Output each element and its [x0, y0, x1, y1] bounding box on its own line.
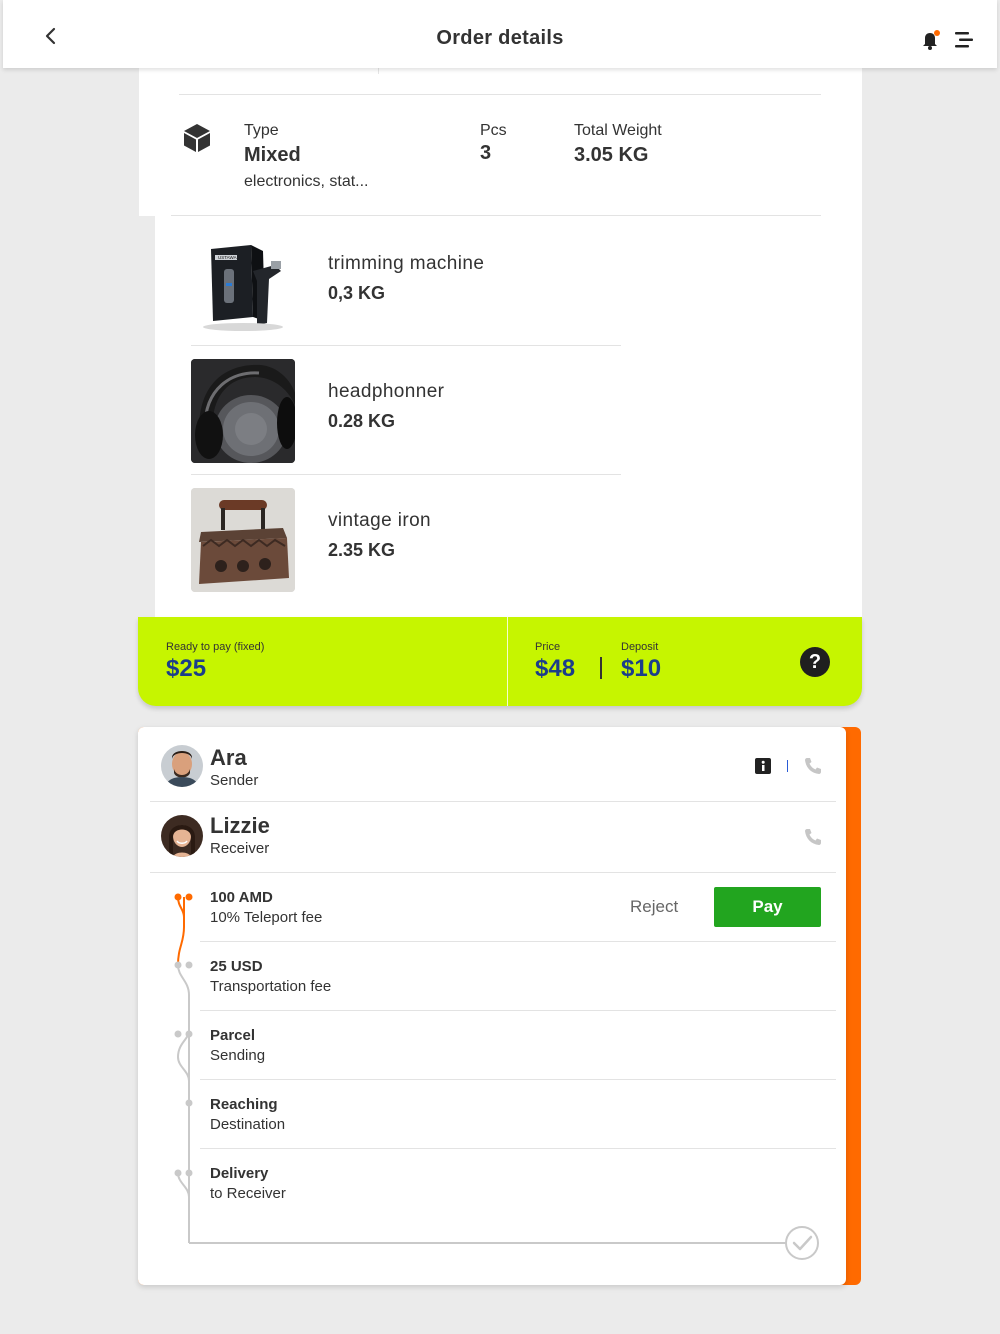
divider: [150, 872, 836, 873]
pcs-label: Pcs: [480, 122, 507, 139]
step-subtitle: 10% Teleport fee: [210, 909, 323, 926]
price-label: Price: [535, 641, 561, 653]
info-icon[interactable]: [755, 758, 771, 774]
avatar: [161, 745, 203, 787]
step-title: 25 USD: [210, 958, 263, 975]
divider: [200, 1148, 836, 1149]
bell-icon[interactable]: [919, 28, 941, 50]
divider: [507, 617, 508, 706]
reject-button[interactable]: Reject: [630, 897, 678, 917]
step-title: Delivery: [210, 1165, 269, 1182]
page-title: Order details: [436, 27, 564, 49]
divider: [171, 215, 821, 216]
divider: [179, 94, 821, 95]
list-item[interactable]: USTAWA trimming machine 0,3 KG: [191, 217, 621, 345]
payment-summary-bar: Ready to pay (fixed) $25 Price $48 Depos…: [138, 617, 862, 706]
divider: [150, 801, 836, 802]
timeline-graphic: [174, 893, 819, 1260]
step-subtitle: Sending: [210, 1047, 266, 1064]
divider: [787, 760, 788, 772]
divider: [200, 1079, 836, 1080]
type-value: Mixed: [244, 144, 301, 166]
item-weight: 0.28 KG: [328, 411, 396, 431]
divider: [200, 941, 836, 942]
receiver-name: Lizzie: [210, 813, 270, 838]
weight-value: 3.05 KG: [574, 144, 649, 166]
step-subtitle: Transportation fee: [210, 978, 332, 995]
step-title: 100 AMD: [210, 889, 273, 906]
order-summary-card: Type Mixed electronics, stat... Pcs 3 To…: [139, 60, 862, 620]
avatar: [161, 815, 203, 857]
delivery-card-body: Ara Sender Lizzie Receiver 100 AMD 10% T…: [138, 727, 846, 1285]
help-icon[interactable]: ?: [800, 647, 830, 677]
delivery-card: Ara Sender Lizzie Receiver 100 AMD 10% T…: [138, 727, 861, 1285]
type-description: electronics, stat...: [244, 173, 369, 190]
receiver-role: Receiver: [210, 840, 270, 857]
divider: [600, 657, 602, 679]
step-title: Parcel: [210, 1027, 256, 1044]
deposit-value: $10: [621, 655, 662, 682]
product-image: [191, 488, 295, 592]
ready-to-pay-value: $25: [166, 655, 207, 682]
divider: [200, 1010, 836, 1011]
list-item[interactable]: vintage iron 2.35 KG: [191, 474, 621, 602]
package-icon: [184, 124, 210, 152]
price-value: $48: [535, 655, 576, 682]
weight-label: Total Weight: [574, 122, 662, 139]
deposit-label: Deposit: [621, 641, 659, 653]
brand-logo: USTAWA: [218, 255, 237, 260]
ready-to-pay-label: Ready to pay (fixed): [166, 641, 265, 653]
pcs-value: 3: [480, 142, 492, 164]
step-subtitle: to Receiver: [210, 1185, 286, 1202]
pay-button[interactable]: Pay: [714, 887, 821, 927]
app-header: Order details: [3, 0, 997, 68]
item-name: headphonner: [328, 381, 445, 402]
step-title: Reaching: [210, 1096, 278, 1113]
product-image: USTAWA: [191, 231, 295, 335]
item-weight: 0,3 KG: [328, 283, 386, 303]
item-name: vintage iron: [328, 510, 432, 531]
type-label: Type: [244, 122, 279, 139]
card-edge: [139, 216, 155, 620]
list-item[interactable]: headphonner 0.28 KG: [191, 345, 621, 473]
item-name: trimming machine: [328, 253, 485, 274]
menu-icon[interactable]: [953, 30, 977, 50]
product-image: [191, 359, 295, 463]
step-subtitle: Destination: [210, 1116, 286, 1133]
sender-role: Sender: [210, 772, 259, 789]
item-weight: 2.35 KG: [328, 540, 396, 560]
phone-icon[interactable]: [803, 756, 823, 776]
sender-name: Ara: [210, 745, 247, 770]
phone-icon[interactable]: [803, 827, 823, 847]
